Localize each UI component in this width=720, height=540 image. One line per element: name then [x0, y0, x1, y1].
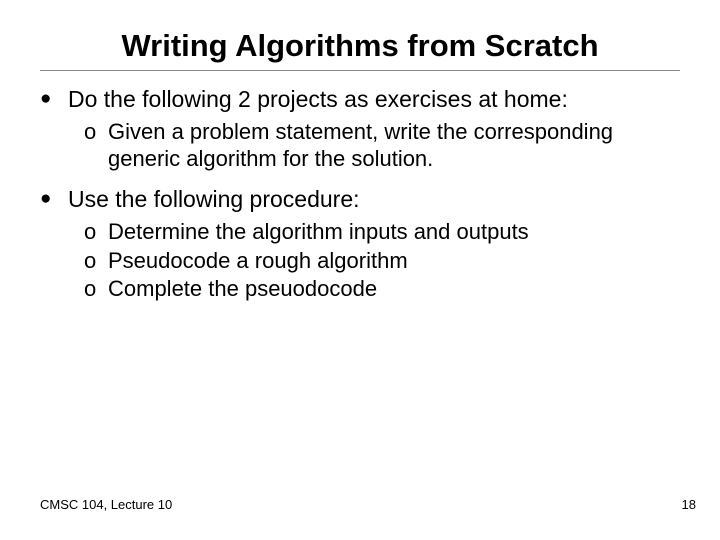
- list-item-text: Use the following procedure:: [68, 185, 680, 213]
- title-rule: [40, 70, 680, 71]
- sub-list-item: o Given a problem statement, write the c…: [84, 119, 680, 173]
- sub-list-item-text: Given a problem statement, write the cor…: [108, 119, 680, 173]
- list-item: ● Use the following procedure:: [40, 185, 680, 213]
- footer-left: CMSC 104, Lecture 10: [40, 497, 172, 512]
- bullet-icon: ●: [40, 185, 68, 213]
- sub-bullet-icon: o: [84, 276, 108, 303]
- slide: Writing Algorithms from Scratch ● Do the…: [0, 0, 720, 540]
- sub-list-item: o Determine the algorithm inputs and out…: [84, 219, 680, 246]
- sub-list-item: o Pseudocode a rough algorithm: [84, 248, 680, 275]
- sub-bullet-icon: o: [84, 219, 108, 246]
- sub-list-item-text: Determine the algorithm inputs and outpu…: [108, 219, 680, 246]
- sub-list-item-text: Pseudocode a rough algorithm: [108, 248, 680, 275]
- sub-bullet-icon: o: [84, 248, 108, 275]
- slide-title: Writing Algorithms from Scratch: [40, 28, 680, 64]
- sub-bullet-icon: o: [84, 119, 108, 173]
- slide-body: ● Do the following 2 projects as exercis…: [40, 85, 680, 303]
- sub-list-item: o Complete the pseuodocode: [84, 276, 680, 303]
- list-item-text: Do the following 2 projects as exercises…: [68, 85, 680, 113]
- sub-list-item-text: Complete the pseuodocode: [108, 276, 680, 303]
- bullet-icon: ●: [40, 85, 68, 113]
- list-item: ● Do the following 2 projects as exercis…: [40, 85, 680, 113]
- page-number: 18: [682, 497, 696, 512]
